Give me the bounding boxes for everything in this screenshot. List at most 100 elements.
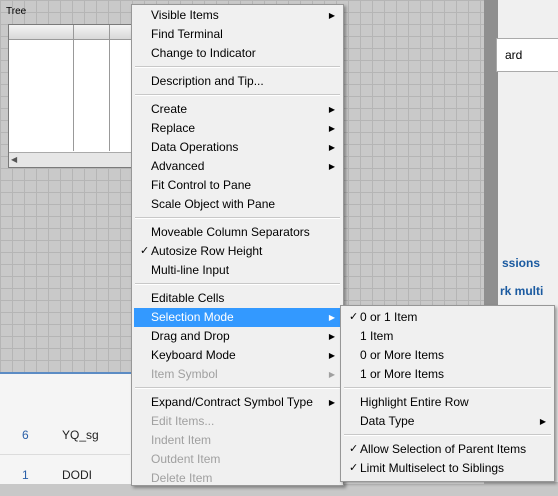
right-panel-link[interactable]: ssions [502,256,540,270]
submenu-arrow-icon: ▶ [328,398,335,407]
menu-item-description-and-tip[interactable]: Description and Tip... [134,72,341,91]
checkmark-icon: ✓ [140,245,150,257]
menu-item-autosize-row-height[interactable]: ✓ Autosize Row Height [134,242,341,261]
tree-horizontal-scrollbar[interactable]: ◀ [9,152,137,167]
menu-item-label: Advanced [151,159,205,173]
submenu-arrow-icon: ▶ [328,124,335,133]
menu-item-label: Description and Tip... [151,74,264,88]
right-panel-field[interactable]: ard [496,38,558,72]
menu-item-label: Drag and Drop [151,329,230,343]
menu-item-indent-item: Indent Item [134,431,341,450]
submenu-arrow-icon: ▶ [328,162,335,171]
menu-item-selection-mode[interactable]: Selection Mode ▶ [134,308,341,327]
checkmark-icon: ✓ [349,311,359,323]
submenu-arrow-icon: ▶ [328,313,335,322]
menu-item-editable-cells[interactable]: Editable Cells [134,289,341,308]
menu-separator [135,387,340,389]
submenu-arrow-icon: ▶ [328,105,335,114]
tree-control[interactable]: ◀ [8,24,138,168]
menu-item-keyboard-mode[interactable]: Keyboard Mode ▶ [134,346,341,365]
menu-item-label: Visible Items [151,8,219,22]
menu-item-outdent-item: Outdent Item [134,450,341,469]
submenu-arrow-icon: ▶ [328,11,335,20]
list-item-number: 1 [22,468,29,482]
submenu-arrow-icon: ▶ [328,370,335,379]
scroll-left-icon[interactable]: ◀ [11,155,17,164]
menu-item-label: Limit Multiselect to Siblings [360,461,505,475]
menu-item-0-or-1-item-sub[interactable]: ✓ 0 or 1 Item [343,308,552,327]
menu-item-label: Change to Indicator [151,46,256,60]
menu-separator [135,217,340,219]
menu-item-find-terminal[interactable]: Find Terminal [134,25,341,44]
selection-mode-submenu: ✓ 0 or 1 Item 1 Item 0 or More Items 1 or Mo… [340,305,555,482]
menu-item-1-item-sub[interactable]: 1 Item [343,327,552,346]
menu-item-moveable-column-separators[interactable]: Moveable Column Separators [134,223,341,242]
menu-separator [135,94,340,96]
menu-item-data-operations[interactable]: Data Operations ▶ [134,138,341,157]
submenu-arrow-icon: ▶ [328,143,335,152]
menu-item-label: Autosize Row Height [151,244,263,258]
context-menu: Visible Items ▶ Find Terminal Change to Ind… [131,4,344,486]
submenu-arrow-icon: ▶ [328,351,335,360]
menu-item-replace[interactable]: Replace ▶ [134,119,341,138]
menu-item-limit-multiselect-to-siblings-sub[interactable]: ✓ Limit Multiselect to Siblings [343,459,552,478]
right-panel-field-text: ard [505,48,523,62]
submenu-arrow-icon: ▶ [328,332,335,341]
menu-separator [344,387,551,389]
list-item-name: YQ_sg [62,428,99,442]
menu-item-label: Highlight Entire Row [360,395,469,409]
menu-item-label: Item Symbol [151,367,218,381]
list-item-name: DODI [62,468,92,482]
menu-item-label: 0 or More Items [360,348,445,362]
menu-item-change-to-indicator[interactable]: Change to Indicator [134,44,341,63]
menu-separator [135,66,340,68]
menu-item-label: 1 or More Items [360,367,445,381]
menu-separator [344,434,551,436]
menu-item-label: Data Type [360,414,415,428]
menu-item-allow-selection-of-parent-items-sub[interactable]: ✓ Allow Selection of Parent Items [343,440,552,459]
menu-item-create[interactable]: Create ▶ [134,100,341,119]
menu-item-visible-items[interactable]: Visible Items ▶ [134,6,341,25]
menu-item-label: Data Operations [151,140,239,154]
menu-item-label: Outdent Item [151,452,221,466]
list-item[interactable]: 1 DODI [0,468,130,496]
right-panel-link[interactable]: rk multi [500,284,543,298]
list-item[interactable]: 6 YQ_sg [0,428,130,456]
menu-item-0-or-more-items-sub[interactable]: 0 or More Items [343,346,552,365]
menu-item-label: 0 or 1 Item [360,310,418,324]
menu-item-label: 1 Item [360,329,394,343]
checkmark-icon: ✓ [349,462,359,474]
tree-column-separator[interactable] [109,25,110,151]
submenu-arrow-icon: ▶ [539,417,546,426]
menu-item-label: Scale Object with Pane [151,197,276,211]
menu-item-label: Selection Mode [151,310,234,324]
menu-item-scale-object-with-pane[interactable]: Scale Object with Pane [134,195,341,214]
menu-item-label: Editable Cells [151,291,225,305]
menu-item-fit-control-to-pane[interactable]: Fit Control to Pane [134,176,341,195]
list-item-number: 6 [22,428,29,442]
menu-item-label: Delete Item [151,471,213,485]
menu-item-item-symbol: Item Symbol ▶ [134,365,341,384]
menu-item-label: Edit Items... [151,414,215,428]
tree-label: Tree [6,6,27,17]
menu-item-label: Allow Selection of Parent Items [360,442,527,456]
row-divider [0,454,130,455]
menu-item-label: Create [151,102,188,116]
menu-item-label: Expand/Contract Symbol Type [151,395,313,409]
checkmark-icon: ✓ [349,443,359,455]
menu-item-delete-item: Delete Item [134,469,341,488]
menu-item-advanced[interactable]: Advanced ▶ [134,157,341,176]
menu-item-label: Replace [151,121,196,135]
menu-item-1-or-more-items-sub[interactable]: 1 or More Items [343,365,552,384]
menu-item-expand-contract-symbol-type[interactable]: Expand/Contract Symbol Type ▶ [134,393,341,412]
tree-column-separator[interactable] [73,25,74,151]
menu-item-label: Multi-line Input [151,263,230,277]
menu-item-drag-and-drop[interactable]: Drag and Drop ▶ [134,327,341,346]
menu-item-label: Fit Control to Pane [151,178,252,192]
menu-item-highlight-entire-row-sub[interactable]: Highlight Entire Row [343,393,552,412]
menu-item-data-type-sub[interactable]: Data Type ▶ [343,412,552,431]
menu-item-label: Moveable Column Separators [151,225,310,239]
menu-item-label: Find Terminal [151,27,223,41]
menu-item-multi-line-input[interactable]: Multi-line Input [134,261,341,280]
menu-item-label: Indent Item [151,433,212,447]
